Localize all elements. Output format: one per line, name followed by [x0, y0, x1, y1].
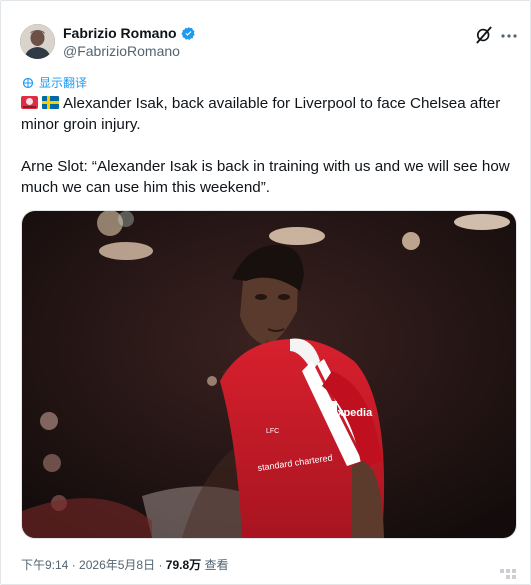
- shirt-crest: LFC: [266, 428, 279, 435]
- corner-handle-icon: [500, 569, 516, 579]
- tweet-line-1: Alexander Isak, back available for Liver…: [21, 95, 501, 133]
- meta-separator: ·: [71, 558, 76, 572]
- verified-badge-icon: [180, 26, 195, 40]
- grok-icon[interactable]: [474, 25, 494, 45]
- author-name[interactable]: Fabrizio Romano: [63, 25, 196, 41]
- avatar[interactable]: [20, 24, 55, 59]
- tweet-paragraph-2: Arne Slot: “Alexander Isak is back in tr…: [21, 158, 510, 196]
- tweet-photo[interactable]: Expedia LFC standard chartered: [21, 210, 517, 539]
- tweet-time[interactable]: 下午9:14: [21, 558, 68, 572]
- red-alert-emoji-icon: [21, 96, 38, 109]
- photo-player: Expedia LFC standard chartered: [22, 211, 516, 538]
- views-label: 查看: [204, 558, 229, 572]
- meta-separator-2: ·: [158, 558, 163, 572]
- translate-icon: [22, 77, 34, 88]
- translate-label[interactable]: 显示翻译: [39, 74, 87, 91]
- author-name-text[interactable]: Fabrizio Romano: [63, 25, 177, 41]
- tweet-date[interactable]: 2026年5月8日: [79, 558, 155, 572]
- author-handle[interactable]: @FabrizioRomano: [63, 43, 180, 59]
- more-icon[interactable]: [501, 31, 517, 39]
- tweet-meta: 下午9:14 · 2026年5月8日 · 79.8万 查看: [21, 556, 229, 573]
- tweet-text: Alexander Isak, back available for Liver…: [21, 93, 517, 198]
- view-count: 79.8万: [165, 558, 202, 572]
- translate-button[interactable]: 显示翻译: [22, 74, 87, 91]
- tweet-card: Fabrizio Romano @FabrizioRomano 显示翻译 Ale…: [0, 0, 531, 585]
- tweet-paragraph-1: Alexander Isak, back available for Liver…: [21, 93, 517, 135]
- sweden-flag-icon: [42, 96, 59, 109]
